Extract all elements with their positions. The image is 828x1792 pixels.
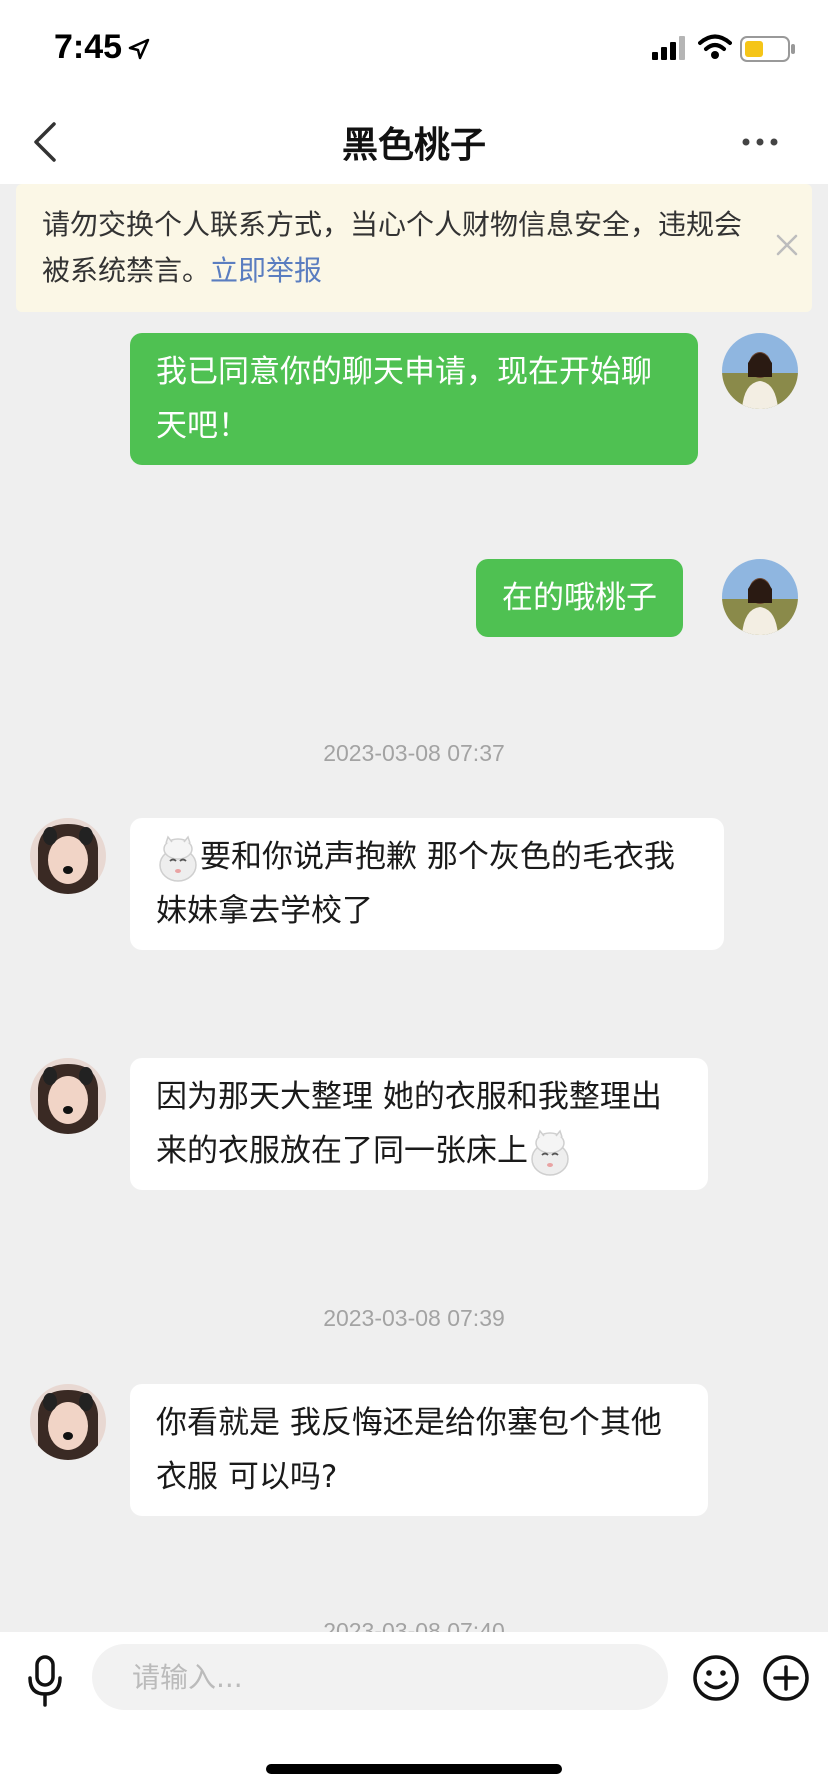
safety-warning-banner: 请勿交换个人联系方式，当心个人财物信息安全，违规会被系统禁言。立即举报 <box>16 184 812 312</box>
report-link[interactable]: 立即举报 <box>210 254 322 287</box>
my-avatar[interactable] <box>722 559 798 635</box>
alpaca-emoji-icon <box>159 834 197 882</box>
message-text: 在的哦桃子 <box>502 580 657 616</box>
avatar-photo <box>30 1384 106 1460</box>
status-bar: 7:45 <box>0 0 828 100</box>
warning-message: 请勿交换个人联系方式，当心个人财物信息安全，违规会被系统禁言。 <box>42 208 743 287</box>
status-time: 7:45 <box>54 28 123 66</box>
contact-message-bubble[interactable]: 你看就是 我反悔还是给你塞包个其他衣服 可以吗? <box>130 1384 708 1516</box>
page-title: 黑色桃子 <box>341 125 486 166</box>
nav-bar: 黑色桃子 <box>0 100 828 184</box>
my-avatar[interactable] <box>722 333 798 409</box>
message-text: 要和你说声抱歉 那个灰色的毛衣我妹妹拿去学校了 <box>156 839 675 929</box>
alpaca-emoji-icon <box>531 1128 569 1176</box>
more-dots-icon[interactable] <box>740 122 780 162</box>
contact-avatar[interactable] <box>30 818 106 894</box>
smile-icon[interactable] <box>692 1654 740 1702</box>
plus-circle-icon[interactable] <box>762 1654 810 1702</box>
timestamp: 2023-03-08 07:37 <box>323 740 505 766</box>
message-input[interactable] <box>92 1644 668 1710</box>
warning-text: 请勿交换个人联系方式，当心个人财物信息安全，违规会被系统禁言。立即举报 <box>42 202 742 294</box>
timestamp: 2023-03-08 07:39 <box>323 1305 505 1331</box>
message-text: 因为那天大整理 她的衣服和我整理出来的衣服放在了同一张床上 <box>156 1079 662 1169</box>
my-message-bubble[interactable]: 在的哦桃子 <box>476 559 683 637</box>
contact-message-bubble[interactable]: 因为那天大整理 她的衣服和我整理出来的衣服放在了同一张床上 <box>130 1058 708 1190</box>
avatar-photo <box>722 559 798 635</box>
avatar-photo <box>30 818 106 894</box>
contact-message-bubble[interactable]: 要和你说声抱歉 那个灰色的毛衣我妹妹拿去学校了 <box>130 818 724 950</box>
message-text: 你看就是 我反悔还是给你塞包个其他衣服 可以吗? <box>156 1405 662 1495</box>
my-message-bubble[interactable]: 我已同意你的聊天申请，现在开始聊天吧！ <box>130 333 698 465</box>
avatar-photo <box>30 1058 106 1134</box>
home-indicator[interactable] <box>266 1764 562 1774</box>
message-text: 我已同意你的聊天申请，现在开始聊天吧！ <box>156 354 652 444</box>
contact-avatar[interactable] <box>30 1384 106 1460</box>
signal-bars-icon <box>652 36 685 60</box>
battery-low-icon <box>740 36 795 62</box>
avatar-photo <box>722 333 798 409</box>
contact-avatar[interactable] <box>30 1058 106 1134</box>
wifi-icon <box>698 34 732 59</box>
close-icon[interactable] <box>772 230 802 260</box>
location-arrow-icon <box>128 38 150 60</box>
microphone-icon[interactable] <box>26 1654 64 1708</box>
